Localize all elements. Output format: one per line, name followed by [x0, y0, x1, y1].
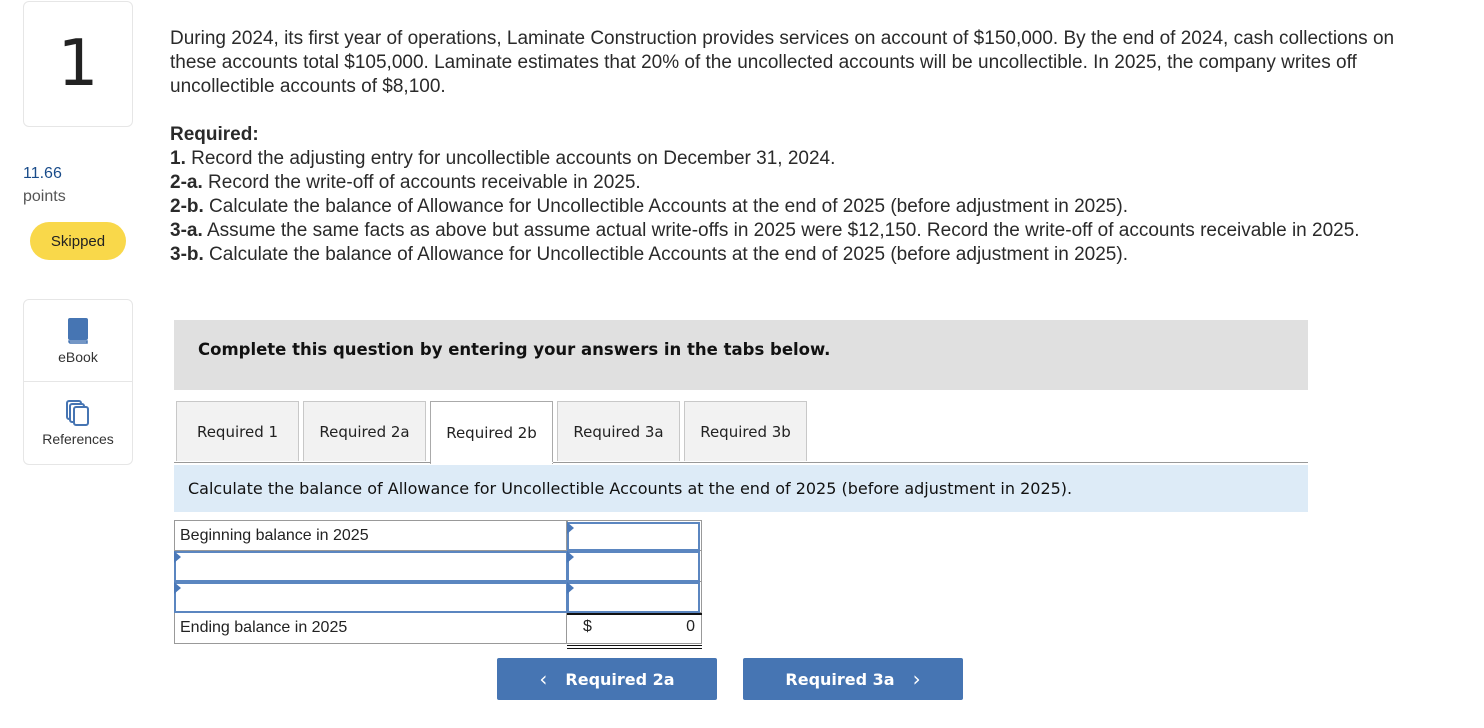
required-item: 3-b. Calculate the balance of Allowance …	[170, 243, 1440, 267]
tab-prompt-banner: Calculate the balance of Allowance for U…	[174, 465, 1308, 512]
row-3-amount-input[interactable]	[567, 582, 700, 613]
table-row	[174, 551, 702, 582]
amount-cell	[567, 520, 702, 551]
table-row: Beginning balance in 2025	[174, 520, 702, 551]
required-item-text: Record the write-off of accounts receiva…	[202, 172, 641, 193]
active-tab-gap	[431, 462, 553, 463]
double-underline	[567, 645, 702, 649]
required-item: 2-a. Record the write-off of accounts re…	[170, 171, 1440, 195]
ebook-button[interactable]: eBook	[24, 300, 132, 381]
required-item-text: Assume the same facts as above but assum…	[202, 220, 1360, 241]
tab-required-1[interactable]: Required 1	[176, 401, 299, 461]
tab-required-2b[interactable]: Required 2b	[430, 401, 553, 464]
row-label-cell: Beginning balance in 2025	[174, 520, 567, 551]
instructions-text: Complete this question by entering your …	[198, 340, 831, 359]
total-label: Ending balance in 2025	[180, 619, 348, 636]
status-badge: Skipped	[30, 222, 126, 260]
tab-bar: Required 1 Required 2a Required 2b Requi…	[176, 401, 807, 464]
prev-tab-button[interactable]: ‹ Required 2a	[497, 658, 717, 700]
row-label-cell	[174, 551, 568, 582]
question-text: During 2024, its first year of operation…	[170, 27, 1430, 99]
required-heading: Required:	[170, 124, 259, 145]
ebook-label: eBook	[58, 348, 98, 365]
required-item-text: Record the adjusting entry for uncollect…	[185, 148, 836, 169]
required-item-number: 2-a.	[170, 172, 203, 193]
amount-cell	[567, 582, 702, 613]
required-item-number: 3-b.	[170, 244, 204, 265]
tab-required-2a[interactable]: Required 2a	[303, 401, 426, 461]
amount-cell	[567, 551, 702, 582]
row-2-label-input[interactable]	[174, 551, 568, 582]
row-label-cell	[174, 582, 568, 613]
question-number: 1	[57, 27, 99, 101]
required-item-text: Calculate the balance of Allowance for U…	[203, 196, 1128, 217]
total-row: Ending balance in 2025 $ 0	[174, 613, 702, 649]
references-label: References	[42, 430, 114, 447]
total-label-cell: Ending balance in 2025	[174, 613, 567, 644]
row-3-label-input[interactable]	[174, 582, 568, 613]
next-tab-label: Required 3a	[785, 669, 895, 689]
required-item-number: 2-b.	[170, 196, 204, 217]
table-row	[174, 582, 702, 613]
points-label: points	[23, 188, 66, 205]
required-item-number: 1.	[170, 148, 186, 169]
required-item: 1. Record the adjusting entry for uncoll…	[170, 147, 1440, 171]
prev-tab-label: Required 2a	[565, 669, 675, 689]
tools-panel: eBook References	[23, 299, 133, 465]
book-icon	[66, 317, 90, 345]
instructions-banner: Complete this question by entering your …	[174, 320, 1308, 390]
row-2-amount-input[interactable]	[567, 551, 700, 582]
tab-required-3a[interactable]: Required 3a	[557, 401, 680, 461]
chevron-right-icon: ›	[912, 667, 921, 691]
chevron-left-icon: ‹	[539, 667, 548, 691]
question-number-box: 1	[23, 1, 133, 127]
next-tab-button[interactable]: Required 3a ›	[743, 658, 963, 700]
copies-icon	[65, 399, 91, 427]
tab-divider	[174, 462, 1308, 463]
tab-required-3b[interactable]: Required 3b	[684, 401, 807, 461]
points-value: 11.66	[23, 165, 62, 182]
allowance-table: Beginning balance in 2025 Ending balance…	[174, 520, 702, 649]
required-item: 3-a. Assume the same facts as above but …	[170, 219, 1440, 243]
required-item-number: 3-a.	[170, 220, 203, 241]
beginning-balance-amount-input[interactable]	[567, 522, 700, 551]
question-body: During 2024, its first year of operation…	[170, 28, 1395, 97]
required-item-text: Calculate the balance of Allowance for U…	[203, 244, 1128, 265]
references-button[interactable]: References	[24, 381, 132, 463]
required-list: Required: 1. Record the adjusting entry …	[170, 123, 1440, 267]
required-item: 2-b. Calculate the balance of Allowance …	[170, 195, 1440, 219]
tab-prompt-text: Calculate the balance of Allowance for U…	[188, 479, 1073, 498]
total-rule	[567, 613, 702, 644]
row-label: Beginning balance in 2025	[180, 527, 369, 544]
